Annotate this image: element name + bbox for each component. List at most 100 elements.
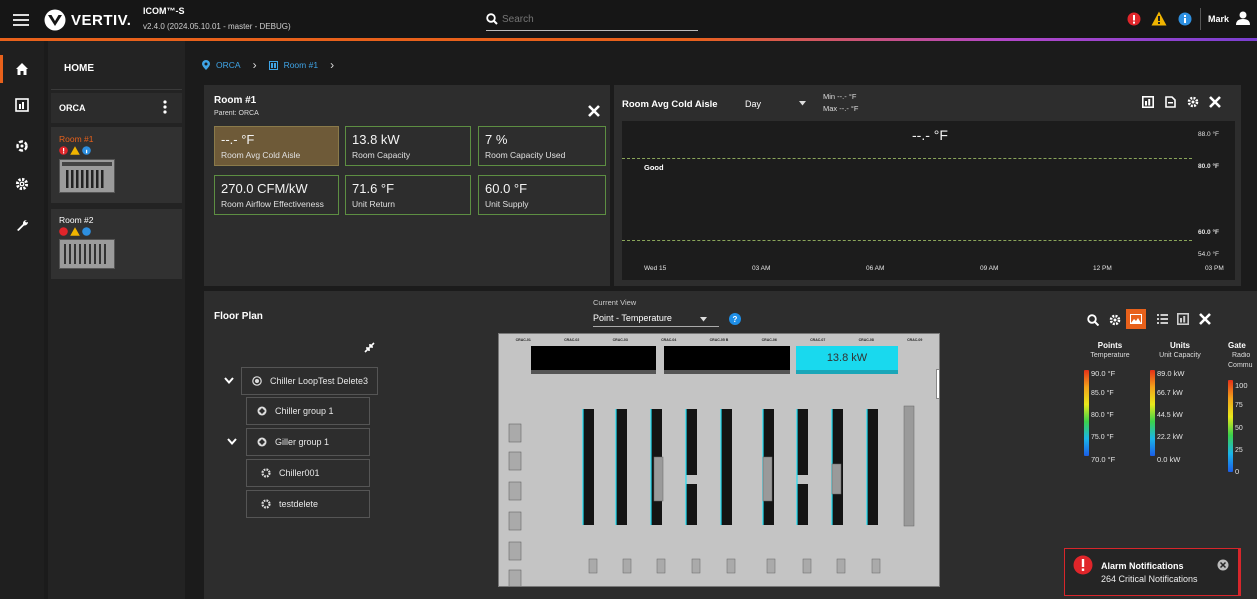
x-tick-label: Wed 15 (644, 265, 667, 272)
legend-title: Units (1170, 341, 1190, 350)
crac-unit[interactable] (531, 346, 656, 374)
brand-name: VERTIV. (71, 12, 132, 29)
collapse-icon[interactable] (364, 342, 375, 353)
alarm-info-icon[interactable] (1178, 12, 1192, 26)
home-icon[interactable] (10, 57, 34, 81)
map-view-icon[interactable] (1126, 309, 1146, 329)
metric-tile[interactable]: --.- °F Room Avg Cold Aisle (214, 126, 339, 166)
room-card-1[interactable]: Room #1 (51, 127, 182, 203)
close-icon[interactable] (1209, 96, 1221, 108)
list-view-icon[interactable] (1157, 314, 1168, 324)
legend-tick: 75 (1235, 402, 1243, 409)
current-view-select[interactable]: Point - Temperature (593, 312, 719, 327)
metric-value: 270.0 CFM/kW (221, 181, 308, 196)
close-icon[interactable] (1199, 313, 1211, 325)
divider (51, 89, 182, 90)
settings-gear-icon[interactable] (1109, 314, 1121, 326)
period-select[interactable]: Day (745, 99, 761, 109)
y-tick-label: 54.0 °F (1198, 251, 1220, 258)
y-tick-label: 80.0 °F (1198, 163, 1220, 170)
tree-node[interactable]: Chiller001 (246, 459, 370, 487)
current-view-value: Point - Temperature (593, 313, 672, 323)
search-box[interactable] (486, 9, 698, 31)
user-icon[interactable] (1236, 11, 1250, 25)
info-icon (82, 227, 91, 236)
search-input[interactable] (502, 11, 692, 27)
alarm-notification-toast[interactable]: Alarm Notifications 264 Critical Notific… (1064, 548, 1241, 596)
breadcrumb-room[interactable]: Room #1 (284, 60, 319, 70)
metric-tile[interactable]: 13.8 kW Room Capacity (345, 126, 471, 166)
critical-icon (59, 146, 68, 155)
chiller-group-icon (257, 406, 267, 416)
legend-tick: 44.5 kW (1157, 412, 1183, 419)
reports-icon[interactable] (10, 93, 34, 117)
crac-label: CRAC-06 (761, 338, 777, 342)
metric-tile[interactable]: 7 % Room Capacity Used (478, 126, 606, 166)
app-name: ICOM™-S (143, 6, 185, 16)
export-icon[interactable] (1165, 96, 1176, 108)
crac-label: CRAC-02 (564, 338, 580, 342)
floor-plan-canvas[interactable]: CRAC-01 CRAC-02 CRAC-03 CRAC-04 CRAC-05 … (498, 333, 940, 587)
crac-unit-highlight[interactable]: 13.8 kW (796, 346, 898, 374)
metric-value: 7 % (485, 132, 508, 147)
caret-down-icon[interactable] (799, 101, 806, 106)
room-alarm-icons (59, 146, 91, 155)
tree-node[interactable]: Chiller group 1 (246, 397, 370, 425)
signal-legend-bar (1228, 380, 1233, 472)
crac-label: CRAC-07 (810, 338, 826, 342)
close-icon[interactable] (588, 105, 600, 117)
crac-label: CRAC-01 (515, 338, 531, 342)
site-item-orca[interactable]: ORCA (51, 93, 182, 123)
chevron-down-icon[interactable] (227, 438, 237, 445)
metric-label: Room Airflow Effectiveness (221, 199, 324, 209)
settings-gear-icon[interactable] (1187, 96, 1199, 108)
divider (1200, 8, 1201, 30)
breadcrumb-site[interactable]: ORCA (216, 60, 241, 70)
close-circle-icon[interactable] (1217, 559, 1229, 571)
chart-icon[interactable] (1177, 313, 1189, 325)
room-summary-panel: Room #1 Parent: ORCA --.- °F Room Avg Co… (204, 85, 610, 286)
user-name[interactable]: Mark (1208, 14, 1229, 24)
metric-label: Room Capacity (352, 150, 411, 160)
metric-tile[interactable]: 270.0 CFM/kW Room Airflow Effectiveness (214, 175, 339, 215)
warning-icon (70, 227, 80, 236)
room-card-2[interactable]: Room #2 (51, 209, 182, 279)
chart-icon[interactable] (1142, 96, 1154, 108)
tree-node[interactable]: Chiller LoopTest Delete3 (241, 367, 378, 395)
alarm-critical-icon[interactable] (1127, 12, 1141, 26)
tree-node[interactable]: Giller group 1 (246, 428, 370, 456)
metric-value: 71.6 °F (352, 181, 395, 196)
legend-tick: 100 (1235, 381, 1248, 390)
x-tick-label: 03 AM (752, 265, 771, 272)
alarm-warning-icon[interactable] (1151, 11, 1167, 26)
home-label[interactable]: HOME (64, 63, 94, 74)
metric-tile[interactable]: 71.6 °F Unit Return (345, 175, 471, 215)
legend-tick: 0.0 kW (1157, 455, 1181, 464)
trend-title: Room Avg Cold Aisle (622, 99, 718, 110)
metric-label: Unit Supply (485, 199, 529, 209)
crac-unit[interactable] (664, 346, 790, 374)
settings-gear-icon[interactable] (10, 172, 34, 196)
top-bar: VERTIV. ICOM™-S v2.4.0 (2024.05.10.01 - … (0, 0, 1257, 40)
legend-tick: 66.7 kW (1157, 390, 1183, 397)
hamburger-menu-icon[interactable] (12, 12, 30, 28)
kebab-menu-icon[interactable] (163, 100, 167, 114)
devices-icon[interactable] (10, 134, 34, 158)
breadcrumb: ORCA › Room #1 › (202, 58, 334, 72)
crac-label: CRAC-05 B (709, 338, 729, 342)
panel-title: Room #1 (214, 95, 257, 106)
help-icon[interactable]: ? (729, 313, 741, 325)
search-icon (486, 13, 498, 25)
critical-icon (59, 227, 68, 236)
trend-chart-area: --.- °F Good 88.0 °F 80.0 °F 60.0 °F 54.… (622, 121, 1235, 280)
capacity-legend-bar (1150, 370, 1155, 456)
chevron-down-icon[interactable] (224, 377, 234, 384)
x-tick-label: 06 AM (866, 265, 885, 272)
zoom-icon[interactable] (1087, 314, 1099, 326)
toast-message: 264 Critical Notifications (1101, 574, 1198, 584)
wrench-icon[interactable] (10, 213, 34, 237)
tree-node[interactable]: testdelete (246, 490, 370, 518)
metric-tile[interactable]: 60.0 °F Unit Supply (478, 175, 606, 215)
room-alarm-icons (59, 227, 91, 236)
warning-icon (70, 146, 80, 155)
